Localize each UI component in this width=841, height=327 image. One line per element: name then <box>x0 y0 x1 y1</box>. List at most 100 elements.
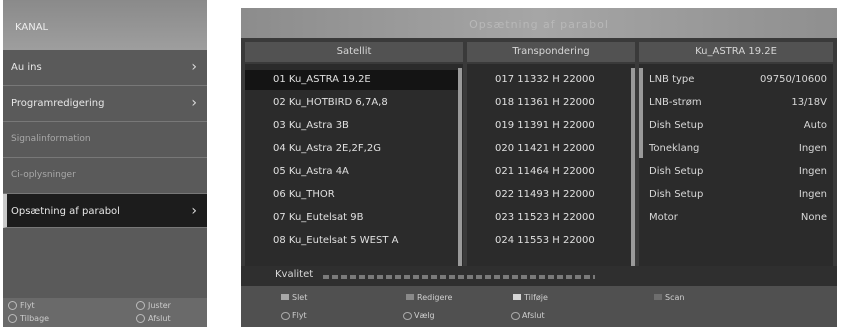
channel-menu: KANAL Au ins › Programredigering › Signa… <box>3 0 207 327</box>
menu-footer: Flyt Juster Tilbage Afslut <box>3 298 207 327</box>
setting-value: 13/18V <box>791 97 827 108</box>
satellite-name: 03 Ku_Astra 3B <box>273 120 349 131</box>
hint-move: Flyt <box>8 301 35 310</box>
hint-adjust: Juster <box>136 301 171 310</box>
hint-label: Afslut <box>522 311 545 320</box>
setting-value: 09750/10600 <box>760 74 827 85</box>
hint-back: Tilbage <box>8 314 49 323</box>
satellite-row[interactable]: 03 Ku_Astra 3B <box>245 116 458 136</box>
settings-column-header: Ku_ASTRA 19.2E <box>639 42 833 62</box>
scan-button[interactable]: Scan <box>654 293 684 302</box>
transponder-value: 024 11553 H 22000 <box>495 235 595 246</box>
chevron-right-icon: › <box>191 95 197 111</box>
edit-button[interactable]: Redigere <box>406 293 452 302</box>
edit-color-key-icon <box>406 294 414 300</box>
transponder-value: 022 11493 H 22000 <box>495 189 595 200</box>
satellite-name: 02 Ku_HOTBIRD 6,7A,8 <box>273 97 388 108</box>
transponder-row[interactable]: 021 11464 H 22000 <box>467 162 631 182</box>
transponder-column-header: Transpondering <box>467 42 635 62</box>
ok-icon <box>403 312 412 320</box>
move-hint: Flyt <box>281 311 307 320</box>
hint-exit: Afslut <box>136 314 171 323</box>
menu-item-ci-information[interactable]: Ci-oplysninger <box>3 158 207 194</box>
menu-item-label: Signalinformation <box>11 134 91 144</box>
satellite-row[interactable]: 07 Ku_Eutelsat 9B <box>245 208 458 228</box>
transponder-value: 018 11361 H 22000 <box>495 97 595 108</box>
hint-label: Flyt <box>292 311 307 320</box>
transponder-value: 020 11421 H 22000 <box>495 143 595 154</box>
setting-label: LNB-strøm <box>649 97 702 108</box>
quality-bar <box>323 275 595 279</box>
menu-item-program-editing[interactable]: Programredigering › <box>3 86 207 122</box>
delete-color-key-icon <box>281 294 289 300</box>
hint-label: Juster <box>148 301 171 310</box>
transponder-row[interactable]: 024 11553 H 22000 <box>467 231 631 251</box>
satellite-scrollbar[interactable] <box>458 68 462 266</box>
panel-header: Opsætning af parabol <box>241 8 837 38</box>
satellite-name: 07 Ku_Eutelsat 9B <box>273 212 364 223</box>
transponder-row[interactable]: 020 11421 H 22000 <box>467 139 631 159</box>
menu-item-label: Ci-oplysninger <box>11 170 76 180</box>
satellite-row[interactable]: 01 Ku_ASTRA 19.2E <box>245 70 458 90</box>
navigate-icon <box>8 301 17 310</box>
setting-label: LNB type <box>649 74 695 85</box>
transponder-value: 021 11464 H 22000 <box>495 166 595 177</box>
dish-setup-panel: Opsætning af parabol Satellit Transponde… <box>241 8 837 327</box>
chevron-right-icon: › <box>191 59 197 75</box>
setting-value: Ingen <box>798 143 827 154</box>
hint-label: Afslut <box>148 314 171 323</box>
button-label: Tilføje <box>524 293 548 302</box>
menu-item-auto-install[interactable]: Au ins › <box>3 50 207 86</box>
setting-label: Dish Setup <box>649 120 704 131</box>
setting-value: None <box>800 212 827 223</box>
button-label: Redigere <box>417 293 453 302</box>
satellite-row[interactable]: 08 Ku_Eutelsat 5 WEST A <box>245 231 458 251</box>
menu-item-label: Programredigering <box>11 98 105 109</box>
transponder-row[interactable]: 018 11361 H 22000 <box>467 93 631 113</box>
exit-hint: Afslut <box>511 311 545 320</box>
button-label: Scan <box>665 293 685 302</box>
menu-item-label: Au ins <box>11 62 42 73</box>
satellite-name: 05 Ku_Astra 4A <box>273 166 349 177</box>
add-button[interactable]: Tilføje <box>513 293 548 302</box>
menu-item-dish-setup[interactable]: Opsætning af parabol › <box>3 194 207 228</box>
transponder-value: 019 11391 H 22000 <box>495 120 595 131</box>
satellite-name: 08 Ku_Eutelsat 5 WEST A <box>273 235 399 246</box>
transponder-scrollbar[interactable] <box>631 68 635 266</box>
scan-color-key-icon <box>654 294 662 300</box>
setting-value: Ingen <box>798 189 827 200</box>
setting-label: Toneklang <box>649 143 700 154</box>
transponder-row[interactable]: 023 11523 H 22000 <box>467 208 631 228</box>
button-bar: Slet Redigere Tilføje Scan Flyt Vælg Afs… <box>241 286 837 327</box>
menu-title-bar: KANAL <box>3 0 207 50</box>
satellite-row[interactable]: 02 Ku_HOTBIRD 6,7A,8 <box>245 93 458 113</box>
transponder-value: 023 11523 H 22000 <box>495 212 595 223</box>
signal-quality: Kvalitet <box>241 266 837 286</box>
setting-label: Dish Setup <box>649 189 704 200</box>
add-color-key-icon <box>513 294 521 300</box>
satellite-row[interactable]: 06 Ku_THOR <box>245 185 458 205</box>
setting-value: Auto <box>803 120 827 131</box>
navigate-icon <box>281 312 290 320</box>
transponder-value: 017 11332 H 22000 <box>495 74 595 85</box>
exit-icon <box>511 312 520 320</box>
settings-scrollbar[interactable] <box>639 68 643 158</box>
satellite-name: 01 Ku_ASTRA 19.2E <box>273 74 371 85</box>
satellite-name: 04 Ku_Astra 2E,2F,2G <box>273 143 381 154</box>
transponder-row[interactable]: 017 11332 H 22000 <box>467 70 631 90</box>
menu-item-label: Opsætning af parabol <box>11 206 120 217</box>
delete-button[interactable]: Slet <box>281 293 307 302</box>
adjust-icon <box>136 301 145 310</box>
transponder-row[interactable]: 019 11391 H 22000 <box>467 116 631 136</box>
transponder-row[interactable]: 022 11493 H 22000 <box>467 185 631 205</box>
hint-label: Vælg <box>414 311 435 320</box>
menu-title: KANAL <box>15 22 49 33</box>
setting-value: Ingen <box>798 166 827 177</box>
menu-item-signal-information[interactable]: Signalinformation <box>3 122 207 158</box>
satellite-column-header: Satellit <box>245 42 463 62</box>
satellite-row[interactable]: 05 Ku_Astra 4A <box>245 162 458 182</box>
quality-label: Kvalitet <box>275 269 314 280</box>
setting-label: Dish Setup <box>649 166 704 177</box>
satellite-row[interactable]: 04 Ku_Astra 2E,2F,2G <box>245 139 458 159</box>
hint-label: Flyt <box>20 301 35 310</box>
